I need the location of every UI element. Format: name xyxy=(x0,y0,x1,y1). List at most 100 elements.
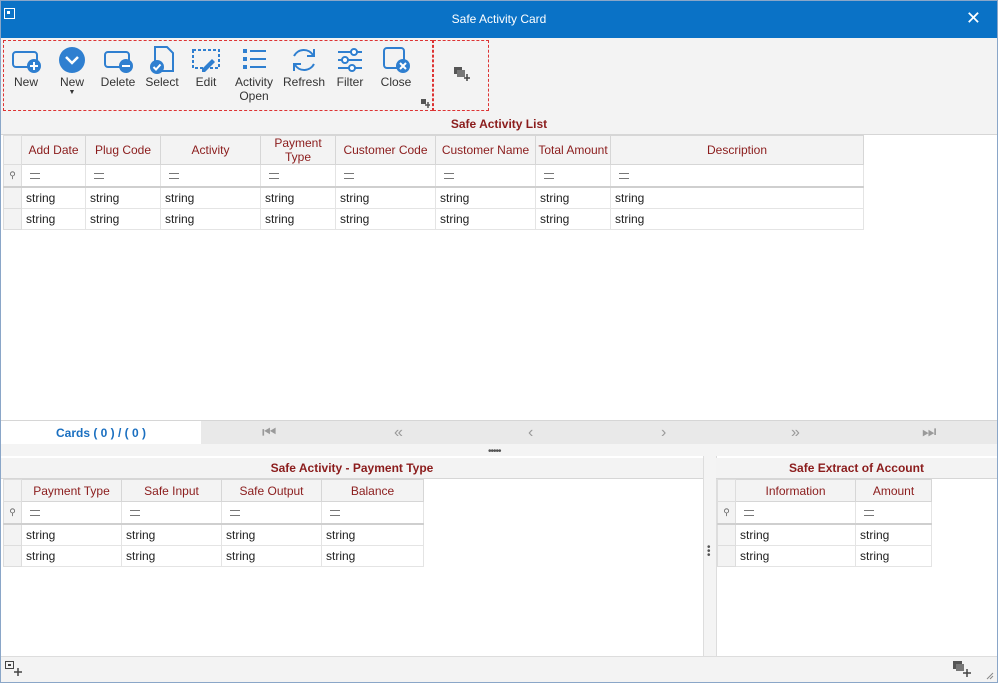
layout-customize-icon[interactable] xyxy=(5,661,23,677)
table-cell[interactable]: string xyxy=(160,208,261,230)
filter-cell[interactable] xyxy=(121,501,222,525)
column-header-payment-type[interactable]: Payment Type xyxy=(260,135,336,165)
table-cell[interactable]: string xyxy=(855,523,932,546)
table-cell[interactable]: string xyxy=(321,545,424,567)
equals-icon xyxy=(269,173,279,180)
refresh-button[interactable]: Refresh xyxy=(282,45,326,89)
table-cell[interactable]: string xyxy=(735,523,856,546)
table-cell[interactable]: string xyxy=(610,208,864,230)
new-button[interactable]: New xyxy=(8,45,44,89)
row-indicator[interactable] xyxy=(3,523,22,546)
previous-group-icon[interactable]: « xyxy=(394,424,403,442)
add-group-icon[interactable] xyxy=(454,67,470,81)
window-close-button[interactable]: ✕ xyxy=(966,9,981,27)
table-cell[interactable]: string xyxy=(335,208,436,230)
row-indicator[interactable] xyxy=(3,545,22,567)
close-button[interactable]: Close xyxy=(378,45,414,89)
table-cell[interactable]: string xyxy=(160,186,261,209)
column-header-total-amount[interactable]: Total Amount xyxy=(535,135,611,165)
row-indicator[interactable] xyxy=(717,523,736,546)
table-cell[interactable]: string xyxy=(535,186,611,209)
column-header-description[interactable]: Description xyxy=(610,135,864,165)
table-cell[interactable]: string xyxy=(260,208,336,230)
table-row[interactable]: string string xyxy=(717,523,932,546)
next-group-icon[interactable]: » xyxy=(791,424,800,442)
table-cell[interactable]: string xyxy=(121,545,222,567)
column-header-plug-code[interactable]: Plug Code xyxy=(85,135,161,165)
table-row[interactable]: string string string string xyxy=(3,545,424,567)
column-header-information[interactable]: Information xyxy=(735,479,856,502)
column-header-safe-output[interactable]: Safe Output xyxy=(221,479,322,502)
filter-cell[interactable] xyxy=(260,164,336,188)
table-cell[interactable]: string xyxy=(121,523,222,546)
new-dropdown-button[interactable]: New ▼ xyxy=(54,45,90,97)
table-cell[interactable]: string xyxy=(735,545,856,567)
table-cell[interactable]: string xyxy=(85,208,161,230)
table-cell[interactable]: string xyxy=(21,523,122,546)
column-header-safe-input[interactable]: Safe Input xyxy=(121,479,222,502)
row-indicator-header xyxy=(717,479,736,502)
table-cell[interactable]: string xyxy=(21,186,86,209)
table-cell[interactable]: string xyxy=(85,186,161,209)
next-page-icon[interactable]: › xyxy=(661,424,666,442)
column-header-add-date[interactable]: Add Date xyxy=(21,135,86,165)
equals-icon xyxy=(544,173,554,180)
table-cell[interactable]: string xyxy=(21,545,122,567)
filter-cell[interactable] xyxy=(21,164,86,188)
table-cell[interactable]: string xyxy=(335,186,436,209)
table-cell[interactable]: string xyxy=(221,545,322,567)
table-row[interactable]: string string xyxy=(717,545,932,567)
last-page-icon[interactable]: ⏭ xyxy=(922,424,936,442)
previous-page-icon[interactable]: ‹ xyxy=(528,424,533,442)
equals-icon xyxy=(230,510,240,517)
column-header-amount[interactable]: Amount xyxy=(855,479,932,502)
filter-button[interactable]: Filter xyxy=(332,45,368,89)
edit-button[interactable]: Edit xyxy=(188,45,224,89)
pin-icon: ⚲ xyxy=(3,164,22,188)
table-row[interactable]: string string string string string strin… xyxy=(3,208,864,230)
table-cell[interactable]: string xyxy=(435,186,536,209)
filter-cell[interactable] xyxy=(85,164,161,188)
row-indicator[interactable] xyxy=(3,208,22,230)
filter-cell[interactable] xyxy=(335,164,436,188)
resize-grip-icon[interactable] xyxy=(985,671,994,680)
table-cell[interactable]: string xyxy=(221,523,322,546)
table-row[interactable]: string string string string xyxy=(3,523,424,546)
column-header-activity[interactable]: Activity xyxy=(160,135,261,165)
filter-cell[interactable] xyxy=(855,501,932,525)
filter-cell[interactable] xyxy=(321,501,424,525)
vertical-splitter[interactable]: • • • xyxy=(703,456,717,656)
add-layout-item-icon[interactable] xyxy=(953,661,971,677)
column-header-customer-name[interactable]: Customer Name xyxy=(435,135,536,165)
table-cell[interactable]: string xyxy=(321,523,424,546)
row-indicator[interactable] xyxy=(717,545,736,567)
table-row[interactable]: string string string string string strin… xyxy=(3,186,864,209)
filter-cell[interactable] xyxy=(535,164,611,188)
table-cell[interactable]: string xyxy=(435,208,536,230)
first-page-icon[interactable]: ⏮ xyxy=(262,424,276,442)
add-card-icon xyxy=(12,51,41,73)
equals-icon xyxy=(30,510,40,517)
filter-cell[interactable] xyxy=(160,164,261,188)
delete-button[interactable]: Delete xyxy=(98,45,138,89)
toolbar-ribbon: New New ▼ Delete Select Edit Activity Op… xyxy=(1,38,997,115)
column-header-balance[interactable]: Balance xyxy=(321,479,424,502)
column-header-customer-code[interactable]: Customer Code xyxy=(335,135,436,165)
table-cell[interactable]: string xyxy=(260,186,336,209)
row-indicator[interactable] xyxy=(3,186,22,209)
activity-open-button[interactable]: Activity Open xyxy=(232,45,276,103)
column-header-payment-type[interactable]: Payment Type xyxy=(21,479,122,502)
filter-cell[interactable] xyxy=(610,164,864,188)
equals-icon xyxy=(864,510,874,517)
table-cell[interactable]: string xyxy=(535,208,611,230)
horizontal-splitter[interactable]: ••••• xyxy=(1,444,997,457)
select-button[interactable]: Select xyxy=(144,45,180,89)
table-cell[interactable]: string xyxy=(855,545,932,567)
filter-cell[interactable] xyxy=(221,501,322,525)
table-cell[interactable]: string xyxy=(21,208,86,230)
filter-cell[interactable] xyxy=(435,164,536,188)
table-cell[interactable]: string xyxy=(610,186,864,209)
filter-cell[interactable] xyxy=(21,501,122,525)
filter-cell[interactable] xyxy=(735,501,856,525)
group-customize-icon[interactable] xyxy=(421,99,430,108)
